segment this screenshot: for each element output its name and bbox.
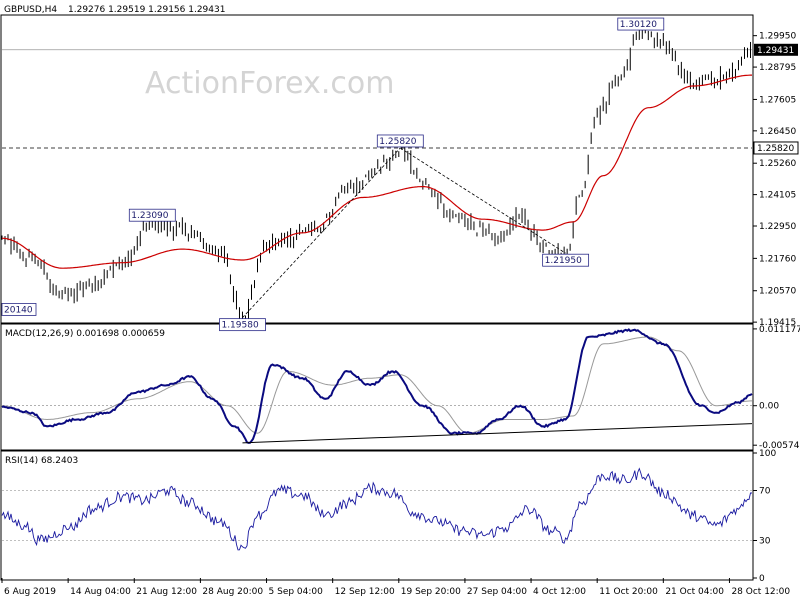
price-annotation: 1.21950 [545, 256, 582, 266]
price-annotation: 1.30120 [620, 20, 657, 30]
rsi-line [1, 467, 752, 551]
rsi-y-tick-label: 100 [759, 449, 776, 459]
level-label: 1.25820 [757, 144, 794, 154]
x-tick-label: 4 Oct 12:00 [533, 587, 586, 597]
rsi-y-tick-label: 0 [759, 574, 765, 584]
price-y-tick-label: 1.21760 [759, 254, 796, 264]
price-y-tick-label: 1.22950 [759, 222, 796, 232]
price-annotation: 20140 [4, 305, 33, 315]
x-tick-label: 11 Oct 20:00 [599, 587, 658, 597]
rsi-panel[interactable]: RSI(14) 68.2403 [1, 456, 752, 551]
moving-average-line [2, 74, 752, 269]
macd-main-line [1, 328, 753, 444]
price-annotation: 1.19580 [221, 321, 258, 331]
macd-y-tick-label: 0.00 [759, 402, 779, 412]
x-tick-label: 6 Aug 2019 [4, 587, 56, 597]
price-y-tick-label: 1.24105 [759, 191, 796, 201]
x-tick-label: 14 Aug 04:00 [70, 587, 131, 597]
rsi-y-tick-label: 70 [759, 487, 771, 497]
macd-trendline [242, 423, 753, 444]
x-tick-label: 28 Aug 20:00 [202, 587, 263, 597]
rsi-y-tick-label: 30 [759, 537, 771, 547]
current-price-label: 1.29431 [757, 46, 794, 56]
ohlc-readout: 1.29276 1.29519 1.29156 1.29431 [68, 5, 225, 15]
watermark-layer: ActionForex.com [145, 66, 394, 101]
macd-y-tick-label: 0.011177 [759, 325, 800, 335]
watermark: ActionForex.com [145, 66, 394, 101]
price-y-tick-label: 1.25260 [759, 159, 796, 169]
price-trendline [400, 147, 566, 254]
x-tick-label: 27 Sep 04:00 [467, 587, 527, 597]
price-annotation: 1.23090 [131, 211, 168, 221]
macd-signal-line [2, 336, 752, 434]
price-y-tick-label: 1.26450 [759, 127, 796, 137]
macd-title: MACD(12,26,9) 0.001698 0.000659 [5, 329, 165, 339]
axis-labels: 1.29950 1.28795 1.27605 1.26450 1.25260 1.241… [1, 32, 800, 597]
macd-panel[interactable]: MACD(12,26,9) 0.001698 0.000659 [1, 328, 753, 444]
rsi-title: RSI(14) 68.2403 [5, 456, 78, 466]
price-y-tick-label: 1.28795 [759, 63, 796, 73]
chart-header: GBPUSD,H4 1.29276 1.29519 1.29156 1.2943… [4, 5, 225, 15]
rsi-frame [0, 449, 754, 581]
price-y-tick-label: 1.29950 [759, 32, 796, 42]
price-y-tick-label: 1.20570 [759, 287, 796, 297]
price-panel[interactable]: 1.30120 1.25820 1.23090 1.21950 1.19580 20140 [1, 17, 752, 332]
x-tick-label: 28 Oct 12:00 [731, 587, 790, 597]
symbol-timeframe: GBPUSD,H4 [4, 5, 57, 15]
x-tick-label: 12 Sep 12:00 [335, 587, 395, 597]
price-y-tick-label: 1.27605 [759, 95, 796, 105]
price-annotation: 1.25820 [379, 137, 416, 147]
macd-frame [0, 322, 754, 452]
chart-root: ActionForex.com 1.301201.258201.230901.2… [0, 5, 800, 597]
x-tick-label: 5 Sep 04:00 [269, 587, 324, 597]
price-trendline [242, 147, 401, 318]
x-tick-label: 19 Sep 20:00 [401, 587, 461, 597]
x-tick-label: 21 Aug 12:00 [136, 587, 197, 597]
price-frame [0, 14, 754, 325]
x-tick-label: 21 Oct 04:00 [665, 587, 724, 597]
